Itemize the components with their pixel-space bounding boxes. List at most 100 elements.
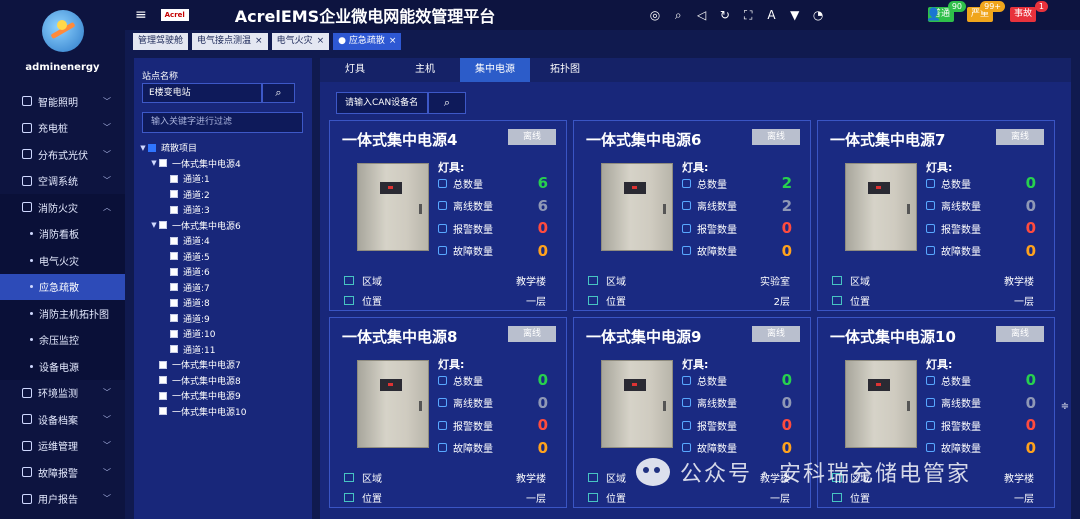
tree-checkbox[interactable] <box>159 407 167 416</box>
tree-node[interactable]: 通道:4 <box>134 233 312 249</box>
sidebar-item[interactable]: 运维管理 ﹀ <box>0 433 125 460</box>
sidebar-item[interactable]: 故障报警 ﹀ <box>0 459 125 486</box>
alert-badge[interactable]: 严重 99+ <box>967 1 1006 22</box>
close-icon[interactable]: × <box>317 36 325 46</box>
power-supply-card[interactable]: 一体式集中电源6 离线 灯具: 总数量 2 离线数量 2 报警数量 0 故障数量 0 区域 实验室 位置 2… <box>573 120 811 311</box>
tab-item[interactable]: 管理驾驶舱 <box>133 32 189 50</box>
tree-node[interactable]: 一体式集中电源10 <box>134 404 312 420</box>
tree-checkbox[interactable] <box>148 143 156 152</box>
side-toggle-icon[interactable]: ≑ <box>1059 401 1071 419</box>
fullscreen-icon[interactable]: ⛶ <box>739 6 757 24</box>
stat-label: 总数量 <box>697 179 727 191</box>
sidebar-item[interactable]: 用户报告 ﹀ <box>0 486 125 513</box>
sidebar-item[interactable]: 环境监测 ﹀ <box>0 380 125 407</box>
tab-item[interactable]: 电气接点测温 × <box>192 32 268 50</box>
cabinet-image <box>357 163 429 251</box>
tree-node[interactable]: 通道:5 <box>134 249 312 265</box>
tree-node[interactable]: 通道:8 <box>134 295 312 311</box>
tab-item[interactable]: 电气火灾 × <box>271 32 330 50</box>
tree-node[interactable]: 通道:11 <box>134 342 312 358</box>
sidebar-item[interactable]: 智能照明 ﹀ <box>0 88 125 115</box>
tree-checkbox[interactable] <box>170 329 178 338</box>
tree-checkbox[interactable] <box>159 360 167 369</box>
tree-checkbox[interactable] <box>170 190 178 199</box>
tree-checkbox[interactable] <box>170 298 178 307</box>
can-search-input[interactable]: 请输入CAN设备名 <box>336 92 428 114</box>
card-title: 一体式集中电源6 <box>586 131 702 149</box>
stat-row-offline: 离线数量 2 <box>682 196 802 216</box>
sidebar-subitem[interactable]: 消防主机拓扑图 <box>0 300 125 327</box>
tree-node[interactable]: 通道:10 <box>134 326 312 342</box>
caret-down-icon[interactable]: ▼ <box>138 144 148 152</box>
tab-item[interactable]: ● 应急疏散 × <box>333 32 402 50</box>
air-conditioner-icon <box>22 175 32 186</box>
tree-checkbox[interactable] <box>159 391 167 400</box>
caret-down-icon[interactable]: ▼ <box>149 159 159 167</box>
power-supply-card[interactable]: 一体式集中电源7 离线 灯具: 总数量 0 离线数量 0 报警数量 0 故障数量 0 区域 教学楼 位置一… <box>817 120 1055 311</box>
power-supply-card[interactable]: 一体式集中电源4 离线 灯具: 总数量 6 离线数量 6 报警数量 0 故障数量 0 区域 教学楼 位置一… <box>329 120 567 311</box>
avatar[interactable] <box>41 10 84 52</box>
tree-node[interactable]: 通道:6 <box>134 264 312 280</box>
tree-node[interactable]: ▼ 疏散项目 <box>134 140 312 156</box>
alert-badge[interactable]: 事故 1 <box>1010 1 1049 22</box>
tree-node[interactable]: ▼ 一体式集中电源4 <box>134 156 312 172</box>
tree-checkbox[interactable] <box>159 221 167 230</box>
font-size-icon[interactable]: A <box>762 6 780 24</box>
sidebar-subitem[interactable]: 消防看板 <box>0 220 125 247</box>
status-badge: 离线 <box>996 326 1044 342</box>
tree-checkbox[interactable] <box>170 267 178 276</box>
tree-checkbox[interactable] <box>159 376 167 385</box>
sidebar-item[interactable]: 充电桩 ﹀ <box>0 115 125 142</box>
main-tab[interactable]: 拓扑图 <box>530 58 600 82</box>
compass-icon[interactable]: ◔ <box>809 6 827 24</box>
sidebar-item[interactable]: 消防火灾 ︿ <box>0 194 125 221</box>
watermark: 公众号 · 安科瑞充储电管家 <box>636 456 971 488</box>
sidebar-subitem[interactable]: 电气火灾 <box>0 247 125 274</box>
tree-node[interactable]: 一体式集中电源8 <box>134 373 312 389</box>
tree-checkbox[interactable] <box>170 345 178 354</box>
close-icon[interactable]: × <box>255 36 263 46</box>
sidebar-subitem[interactable]: 设备电源 <box>0 353 125 380</box>
tree-checkbox[interactable] <box>170 174 178 183</box>
tree-node-label: 通道:5 <box>183 252 210 263</box>
can-search-icon[interactable]: ⌕ <box>428 92 466 114</box>
tree-node-label: 通道:3 <box>183 206 210 217</box>
tree-checkbox[interactable] <box>170 252 178 261</box>
area-value: 教学楼 <box>1004 276 1034 288</box>
globe-icon[interactable]: ◎ <box>646 6 664 24</box>
tree-checkbox[interactable] <box>170 314 178 323</box>
tree-node[interactable]: ▼ 一体式集中电源6 <box>134 218 312 234</box>
station-search-icon[interactable]: ⌕ <box>262 83 295 103</box>
search-icon[interactable]: ⌕ <box>669 6 687 24</box>
sidebar-item[interactable]: 设备档案 ﹀ <box>0 406 125 433</box>
close-icon[interactable]: × <box>389 36 397 46</box>
tab-label: 电气接点测温 <box>197 35 252 46</box>
tree-checkbox[interactable] <box>170 236 178 245</box>
main-tab[interactable]: 集中电源 <box>460 58 530 82</box>
hamburger-menu-icon[interactable]: ≡ <box>135 7 147 23</box>
main-tab[interactable]: 主机 <box>390 58 460 82</box>
sidebar-subitem[interactable]: 应急疏散 <box>0 273 125 300</box>
user-icon[interactable]: 👤 <box>926 7 941 21</box>
refresh-icon[interactable]: ↻ <box>716 6 734 24</box>
main-tab[interactable]: 灯具 <box>320 58 390 82</box>
tree-checkbox[interactable] <box>170 205 178 214</box>
tree-node[interactable]: 通道:9 <box>134 311 312 327</box>
tree-node[interactable]: 通道:7 <box>134 280 312 296</box>
volume-icon[interactable]: ◁ <box>693 6 711 24</box>
power-supply-card[interactable]: 一体式集中电源8 离线 灯具: 总数量 0 离线数量 0 报警数量 0 故障数量 0 区域 教学楼 位置一… <box>329 317 567 508</box>
shirt-icon[interactable]: ▼ <box>786 6 804 24</box>
caret-down-icon[interactable]: ▼ <box>149 221 159 229</box>
tree-node[interactable]: 通道:1 <box>134 171 312 187</box>
tree-checkbox[interactable] <box>159 159 167 168</box>
sidebar-item[interactable]: 空调系统 ﹀ <box>0 168 125 195</box>
sidebar-item[interactable]: 分布式光伏 ﹀ <box>0 141 125 168</box>
station-select[interactable]: E楼变电站 <box>142 83 262 103</box>
sidebar-subitem[interactable]: 余压监控 <box>0 326 125 353</box>
filter-input[interactable]: 输入关键字进行过滤 <box>142 112 303 133</box>
tree-node[interactable]: 一体式集中电源9 <box>134 388 312 404</box>
tree-node[interactable]: 通道:3 <box>134 202 312 218</box>
tree-node[interactable]: 通道:2 <box>134 187 312 203</box>
tree-checkbox[interactable] <box>170 283 178 292</box>
tree-node[interactable]: 一体式集中电源7 <box>134 357 312 373</box>
